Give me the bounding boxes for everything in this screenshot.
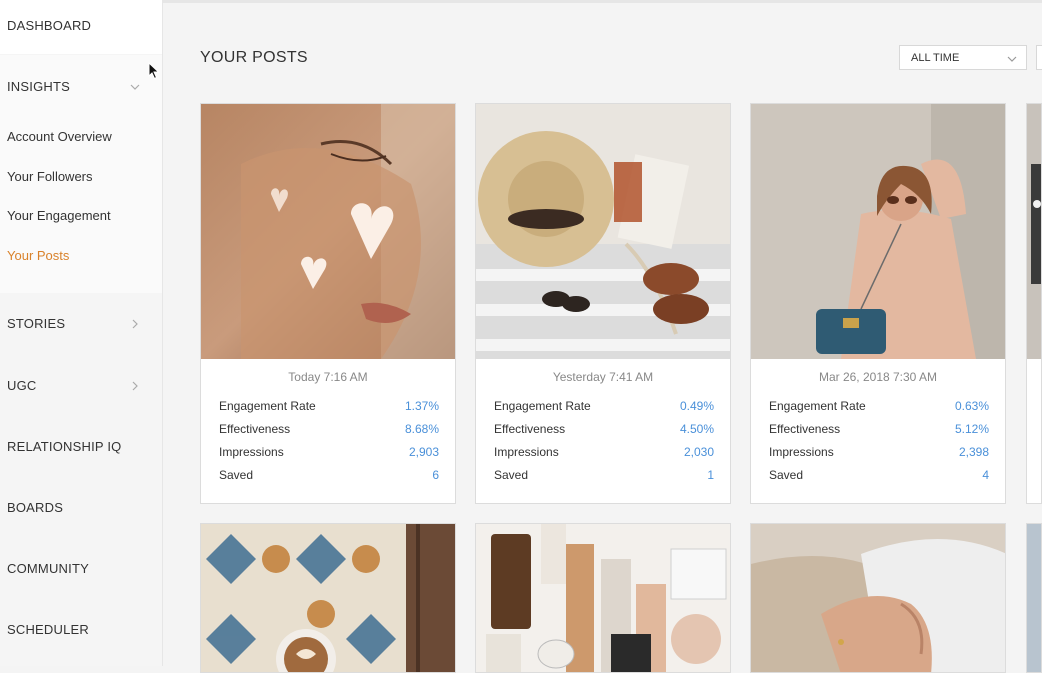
stat-label: Saved <box>769 468 804 482</box>
sidebar-item-account-overview[interactable]: Account Overview <box>7 129 112 144</box>
chevron-down-icon <box>1007 54 1017 66</box>
post-image-tiles-coffee[interactable] <box>201 524 455 672</box>
stat-row: Effectiveness 4.50% <box>494 422 714 438</box>
post-card[interactable]: Today 7:16 AM Engagement Rate 1.37% Effe… <box>200 103 456 504</box>
sidebar-item-your-followers[interactable]: Your Followers <box>7 169 93 184</box>
sidebar-item-your-posts[interactable]: Your Posts <box>7 248 69 263</box>
stat-value: 5.12% <box>954 422 989 436</box>
post-image-fragrance-bottles[interactable] <box>476 524 730 672</box>
post-card-partial[interactable] <box>1026 103 1042 504</box>
post-image-face[interactable] <box>201 104 455 359</box>
sidebar-item-boards[interactable]: BOARDS <box>7 500 63 515</box>
stat-label: Saved <box>494 468 529 482</box>
chevron-down-icon[interactable] <box>130 82 140 92</box>
sidebar-item-scheduler[interactable]: SCHEDULER <box>7 622 89 637</box>
mouse-cursor-icon <box>148 61 160 85</box>
stat-label: Effectiveness <box>219 422 291 436</box>
stat-row: Effectiveness 5.12% <box>769 422 989 438</box>
stat-value: 2,030 <box>683 445 714 459</box>
sidebar-item-stories[interactable]: STORIES <box>7 316 65 331</box>
stat-label: Saved <box>219 468 254 482</box>
stat-row: Saved 1 <box>494 468 714 484</box>
stat-row: Engagement Rate 1.37% <box>219 399 439 415</box>
sidebar-item-insights[interactable]: INSIGHTS <box>7 79 70 94</box>
stat-value: 4.50% <box>679 422 714 436</box>
sidebar: DASHBOARD INSIGHTS Account Overview Your… <box>0 0 163 666</box>
post-image-beach-flatlay[interactable] <box>476 104 730 359</box>
sidebar-item-dashboard[interactable]: DASHBOARD <box>7 18 91 33</box>
stat-label: Effectiveness <box>769 422 841 436</box>
post-card[interactable]: Yesterday 7:41 AM Engagement Rate 0.49% … <box>475 103 731 504</box>
stat-label: Engagement Rate <box>769 399 866 413</box>
post-card[interactable] <box>200 523 456 673</box>
post-date: Yesterday 7:41 AM <box>552 370 654 384</box>
stat-row: Engagement Rate 0.63% <box>769 399 989 415</box>
post-image-woman-pink-sweater[interactable] <box>751 104 1005 359</box>
sidebar-item-your-engagement[interactable]: Your Engagement <box>7 208 111 223</box>
post-image-hand-linen[interactable] <box>751 524 1005 672</box>
stat-value: 1 <box>707 468 714 482</box>
stat-value: 2,398 <box>958 445 989 459</box>
sidebar-item-ugc[interactable]: UGC <box>7 378 37 393</box>
top-divider <box>163 0 1042 3</box>
stat-label: Engagement Rate <box>219 399 316 413</box>
post-image-partial[interactable] <box>1027 104 1041 359</box>
stat-row: Engagement Rate 0.49% <box>494 399 714 415</box>
stat-value: 0.49% <box>679 399 714 413</box>
post-date: Mar 26, 2018 7:30 AM <box>818 370 938 384</box>
post-date: Today 7:16 AM <box>288 370 368 384</box>
stat-value: 8.68% <box>404 422 439 436</box>
post-card[interactable] <box>750 523 1006 673</box>
stat-label: Impressions <box>219 445 284 459</box>
post-card[interactable]: Mar 26, 2018 7:30 AM Engagement Rate 0.6… <box>750 103 1006 504</box>
post-card[interactable] <box>475 523 731 673</box>
stat-row: Saved 4 <box>769 468 989 484</box>
stat-label: Effectiveness <box>494 422 566 436</box>
stat-value: 1.37% <box>404 399 439 413</box>
sidebar-item-relationship-iq[interactable]: RELATIONSHIP IQ <box>7 439 122 454</box>
stat-row: Saved 6 <box>219 468 439 484</box>
stat-value: 6 <box>432 468 439 482</box>
sidebar-item-community[interactable]: COMMUNITY <box>7 561 89 576</box>
stat-row: Impressions 2,398 <box>769 445 989 461</box>
stat-value: 0.63% <box>954 399 989 413</box>
stat-label: Impressions <box>494 445 559 459</box>
stat-value: 2,903 <box>408 445 439 459</box>
stat-row: Impressions 2,030 <box>494 445 714 461</box>
stat-label: Impressions <box>769 445 834 459</box>
post-card-partial[interactable] <box>1026 523 1042 673</box>
stat-row: Effectiveness 8.68% <box>219 422 439 438</box>
time-filter-dropdown[interactable]: ALL TIME <box>899 45 1027 70</box>
stat-row: Impressions 2,903 <box>219 445 439 461</box>
chevron-right-icon[interactable] <box>130 319 140 329</box>
stat-value: 4 <box>982 468 989 482</box>
chevron-right-icon[interactable] <box>130 381 140 391</box>
post-image-partial[interactable] <box>1027 524 1041 672</box>
time-filter-value: ALL TIME <box>911 52 960 64</box>
page-title: YOUR POSTS <box>200 49 308 66</box>
stat-label: Engagement Rate <box>494 399 591 413</box>
secondary-filter-dropdown[interactable] <box>1036 45 1042 70</box>
